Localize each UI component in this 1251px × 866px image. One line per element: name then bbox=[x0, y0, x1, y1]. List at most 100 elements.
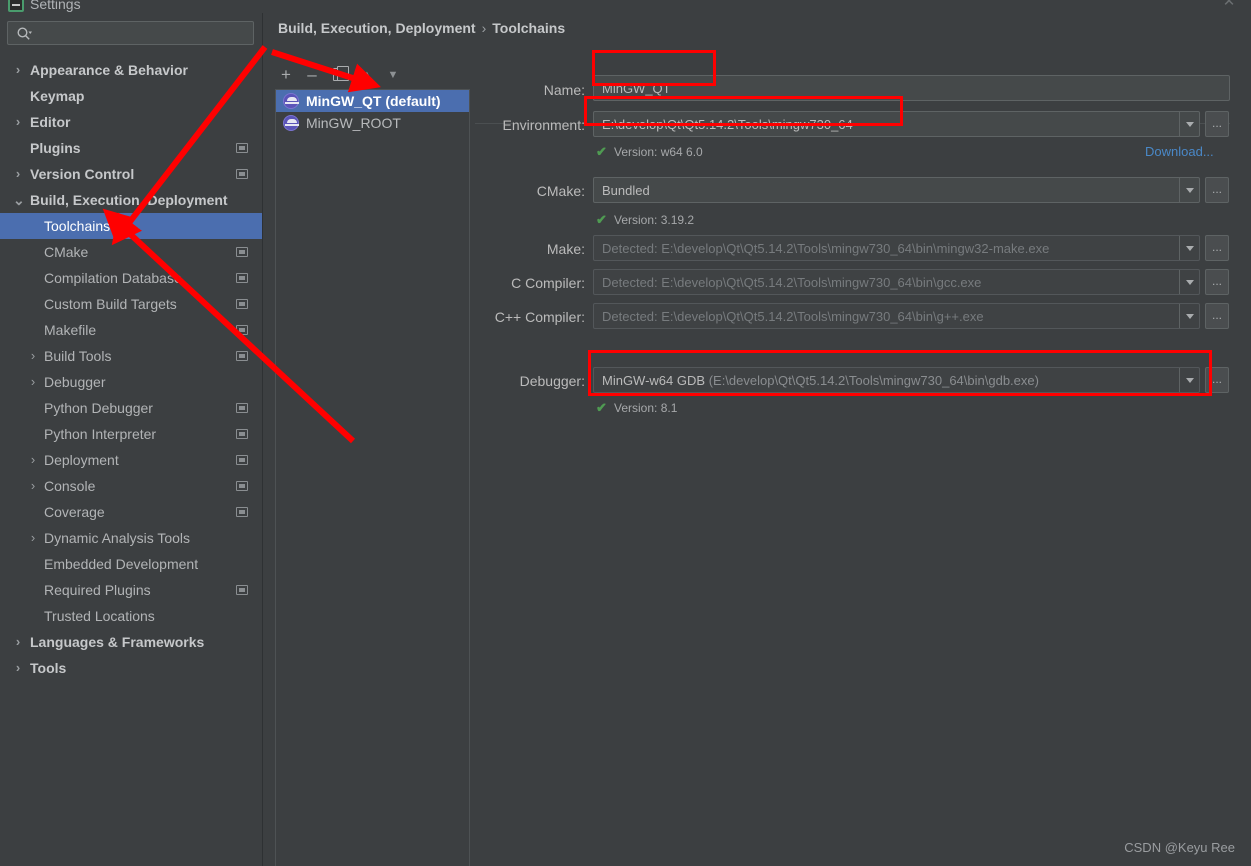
sidebar-item-label: Coverage bbox=[44, 504, 105, 520]
cmake-combo[interactable]: Bundled bbox=[593, 177, 1200, 203]
sidebar-item-embedded-development[interactable]: Embedded Development bbox=[0, 551, 262, 577]
chevron-right-icon[interactable]: › bbox=[28, 447, 38, 473]
sidebar-item-console[interactable]: › Console bbox=[0, 473, 262, 499]
copy-toolchain-button[interactable] bbox=[328, 64, 350, 86]
environment-ok-icon: ✔ bbox=[596, 144, 607, 159]
search-box[interactable] bbox=[7, 21, 254, 45]
debugger-path: (E:\develop\Qt\Qt5.14.2\Tools\mingw730_6… bbox=[708, 373, 1039, 388]
remove-toolchain-button[interactable]: – bbox=[301, 64, 323, 86]
chevron-down-icon[interactable] bbox=[1179, 270, 1199, 294]
sidebar-item-label: Required Plugins bbox=[44, 582, 151, 598]
project-scope-icon bbox=[236, 507, 248, 517]
sidebar-item-build-tools[interactable]: › Build Tools bbox=[0, 343, 262, 369]
chevron-right-icon[interactable]: › bbox=[28, 473, 38, 499]
sidebar-item-trusted-locations[interactable]: Trusted Locations bbox=[0, 603, 262, 629]
settings-dialog: Settings ✕ › Appearance & Behavior Keymap ›… bbox=[0, 0, 1251, 866]
sidebar-item-label: Python Interpreter bbox=[44, 426, 157, 442]
chevron-down-icon[interactable] bbox=[1179, 236, 1199, 260]
environment-version: Version: w64 6.0 bbox=[614, 145, 703, 159]
sidebar-item-python-interpreter[interactable]: Python Interpreter bbox=[0, 421, 262, 447]
move-down-button[interactable]: ▼ bbox=[382, 64, 404, 86]
cpp-compiler-browse-button[interactable]: ... bbox=[1205, 303, 1229, 329]
sidebar-item-toolchains[interactable]: Toolchains bbox=[0, 213, 262, 239]
sidebar-item-coverage[interactable]: Coverage bbox=[0, 499, 262, 525]
sidebar-item-label: Tools bbox=[30, 660, 67, 676]
sidebar-item-dynamic-analysis-tools[interactable]: › Dynamic Analysis Tools bbox=[0, 525, 262, 551]
make-value: Detected: E:\develop\Qt\Qt5.14.2\Tools\m… bbox=[602, 241, 1050, 256]
project-scope-icon bbox=[236, 403, 248, 413]
debugger-combo[interactable]: MinGW-w64 GDB (E:\develop\Qt\Qt5.14.2\To… bbox=[593, 367, 1200, 393]
environment-label: Environment: bbox=[502, 117, 585, 133]
cmake-label: CMake: bbox=[536, 183, 585, 199]
sidebar-item-label: Toolchains bbox=[44, 218, 111, 234]
move-up-button[interactable]: ▲ bbox=[356, 64, 378, 86]
cpp-compiler-combo[interactable]: Detected: E:\develop\Qt\Qt5.14.2\Tools\m… bbox=[593, 303, 1200, 329]
chevron-right-icon[interactable]: › bbox=[28, 369, 38, 395]
toolchain-list-item[interactable]: MinGW_ROOT bbox=[276, 112, 469, 134]
sidebar-item-label: Keymap bbox=[30, 88, 85, 104]
c-compiler-label: C Compiler: bbox=[511, 275, 585, 291]
sidebar-item-makefile[interactable]: Makefile bbox=[0, 317, 262, 343]
mingw-toolchain-icon bbox=[283, 115, 299, 131]
sidebar-item-label: Dynamic Analysis Tools bbox=[44, 530, 191, 546]
sidebar-item-tools[interactable]: › Tools bbox=[0, 655, 262, 681]
chevron-down-icon[interactable] bbox=[1179, 368, 1199, 392]
environment-combo[interactable]: E:\develop\Qt\Qt5.14.2\Tools\mingw730_64 bbox=[593, 111, 1200, 137]
chevron-down-icon[interactable]: ⌄ bbox=[13, 187, 25, 213]
project-scope-icon bbox=[236, 169, 248, 179]
sidebar-item-appearance-behavior[interactable]: › Appearance & Behavior bbox=[0, 57, 262, 83]
sidebar-item-build-execution-deployment[interactable]: ⌄ Build, Execution, Deployment bbox=[0, 187, 262, 213]
copy-icon bbox=[333, 66, 349, 81]
add-toolchain-button[interactable]: + bbox=[275, 64, 297, 86]
sidebar-item-required-plugins[interactable]: Required Plugins bbox=[0, 577, 262, 603]
sidebar-item-keymap[interactable]: Keymap bbox=[0, 83, 262, 109]
environment-value: E:\develop\Qt\Qt5.14.2\Tools\mingw730_64 bbox=[602, 117, 853, 132]
chevron-right-icon[interactable]: › bbox=[13, 109, 23, 135]
sidebar-item-python-debugger[interactable]: Python Debugger bbox=[0, 395, 262, 421]
debugger-label: Debugger: bbox=[519, 373, 585, 389]
breadcrumb-parent[interactable]: Build, Execution, Deployment bbox=[278, 20, 476, 36]
project-scope-icon bbox=[236, 143, 248, 153]
sidebar-item-label: Languages & Frameworks bbox=[30, 634, 205, 650]
sidebar-item-label: Python Debugger bbox=[44, 400, 153, 416]
chevron-right-icon[interactable]: › bbox=[28, 343, 38, 369]
sidebar-item-label: Embedded Development bbox=[44, 556, 199, 572]
chevron-right-icon[interactable]: › bbox=[13, 629, 23, 655]
project-scope-icon bbox=[236, 455, 248, 465]
sidebar-item-custom-build-targets[interactable]: Custom Build Targets bbox=[0, 291, 262, 317]
mingw-toolchain-icon bbox=[283, 93, 299, 109]
download-link[interactable]: Download... bbox=[1145, 144, 1214, 159]
chevron-down-icon[interactable] bbox=[1179, 178, 1199, 202]
cmake-browse-button[interactable]: ... bbox=[1205, 177, 1229, 203]
name-input[interactable]: MinGW_QT bbox=[593, 75, 1230, 101]
sidebar-item-cmake[interactable]: CMake bbox=[0, 239, 262, 265]
sidebar-item-compilation-database[interactable]: Compilation Database bbox=[0, 265, 262, 291]
chevron-down-icon[interactable] bbox=[1179, 112, 1199, 136]
debugger-browse-button[interactable]: ... bbox=[1205, 367, 1229, 393]
c-compiler-combo[interactable]: Detected: E:\develop\Qt\Qt5.14.2\Tools\m… bbox=[593, 269, 1200, 295]
chevron-right-icon[interactable]: › bbox=[13, 161, 23, 187]
toolchain-list: MinGW_QT (default) MinGW_ROOT bbox=[275, 89, 470, 866]
sidebar-item-editor[interactable]: › Editor bbox=[0, 109, 262, 135]
c-compiler-browse-button[interactable]: ... bbox=[1205, 269, 1229, 295]
chevron-right-icon[interactable]: › bbox=[28, 525, 38, 551]
cpp-compiler-label: C++ Compiler: bbox=[494, 309, 585, 325]
sidebar-item-deployment[interactable]: › Deployment bbox=[0, 447, 262, 473]
project-scope-icon bbox=[236, 247, 248, 257]
cpp-compiler-value: Detected: E:\develop\Qt\Qt5.14.2\Tools\m… bbox=[602, 309, 984, 324]
sidebar-item-debugger[interactable]: › Debugger bbox=[0, 369, 262, 395]
breadcrumb-separator-icon: › bbox=[481, 20, 487, 36]
sidebar-item-languages-frameworks[interactable]: › Languages & Frameworks bbox=[0, 629, 262, 655]
chevron-right-icon[interactable]: › bbox=[13, 57, 23, 83]
make-combo[interactable]: Detected: E:\develop\Qt\Qt5.14.2\Tools\m… bbox=[593, 235, 1200, 261]
environment-browse-button[interactable]: ... bbox=[1205, 111, 1229, 137]
sidebar-item-label: Appearance & Behavior bbox=[30, 62, 188, 78]
sidebar-item-plugins[interactable]: Plugins bbox=[0, 135, 262, 161]
close-icon[interactable]: ✕ bbox=[1221, 0, 1237, 10]
toolchain-list-item[interactable]: MinGW_QT (default) bbox=[276, 90, 469, 112]
search-input[interactable] bbox=[38, 22, 248, 44]
chevron-right-icon[interactable]: › bbox=[13, 655, 23, 681]
sidebar-item-version-control[interactable]: › Version Control bbox=[0, 161, 262, 187]
chevron-down-icon[interactable] bbox=[1179, 304, 1199, 328]
make-browse-button[interactable]: ... bbox=[1205, 235, 1229, 261]
